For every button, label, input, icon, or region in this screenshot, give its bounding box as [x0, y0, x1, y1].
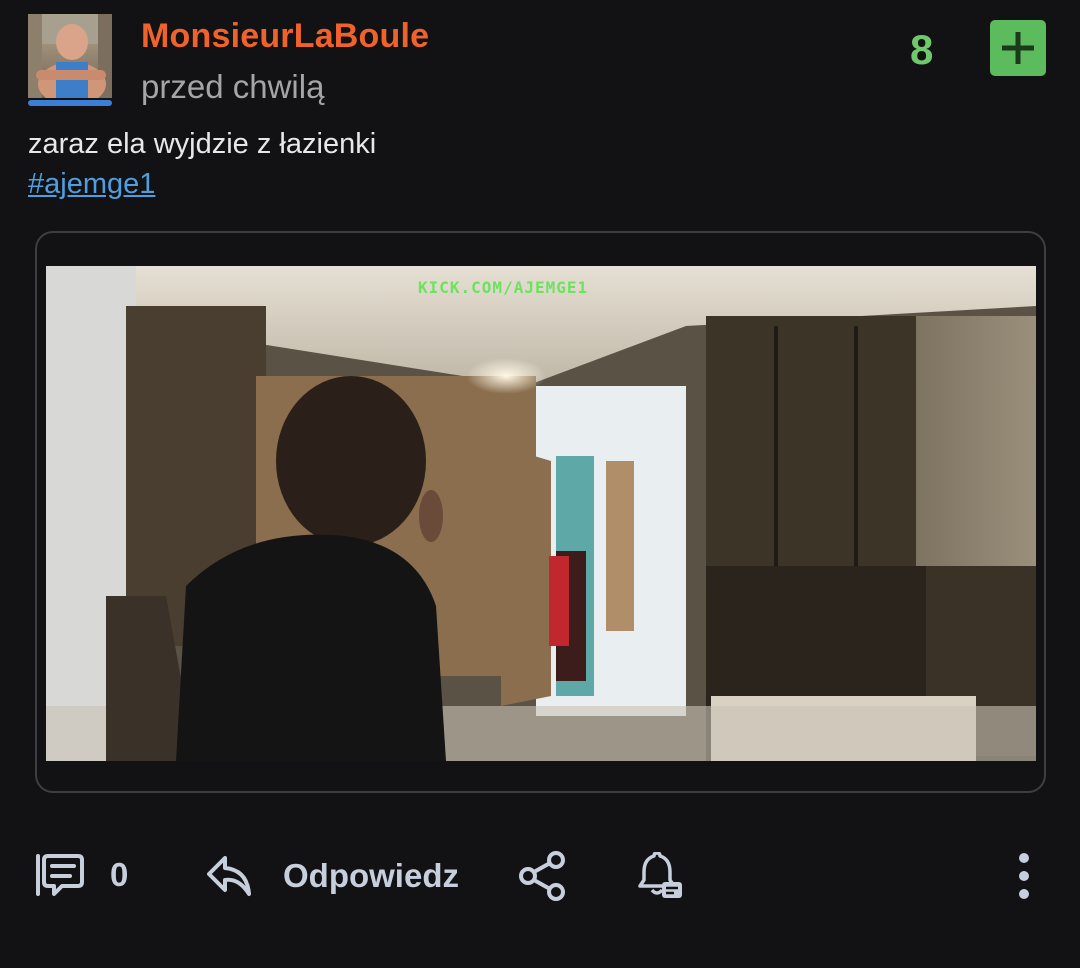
- video-frame: [46, 266, 1036, 761]
- hashtag-link[interactable]: #ajemge1: [28, 168, 155, 201]
- comments-count: 0: [110, 856, 129, 893]
- reply-icon: [207, 856, 251, 896]
- media-card[interactable]: KICK.COM/AJEMGE1: [35, 231, 1046, 793]
- upvote-button[interactable]: [990, 20, 1046, 76]
- avatar-indicator: [28, 100, 112, 106]
- comments-button[interactable]: 0: [30, 852, 128, 898]
- avatar-image: [28, 14, 112, 98]
- more-options-button[interactable]: [1012, 852, 1036, 900]
- reply-label: Odpowiedz: [283, 857, 459, 894]
- reply-button[interactable]: Odpowiedz: [205, 854, 459, 898]
- notification-icon: [638, 852, 682, 898]
- author-name[interactable]: MonsieurLaBoule: [141, 17, 429, 56]
- vote-count: 8: [910, 26, 934, 73]
- notifications-button[interactable]: [634, 852, 684, 902]
- more-icon: [1019, 853, 1029, 899]
- author-avatar[interactable]: [28, 14, 112, 106]
- video-thumbnail[interactable]: KICK.COM/AJEMGE1: [46, 266, 1036, 761]
- post-timestamp: przed chwilą: [141, 68, 325, 105]
- share-button[interactable]: [518, 850, 568, 902]
- share-icon: [519, 851, 565, 901]
- post-actions: 0 Odpowiedz: [0, 840, 1080, 916]
- plus-icon: [1002, 32, 1034, 64]
- post-text: zaraz ela wyjdzie z łazienki: [28, 128, 377, 160]
- comments-icon: [36, 854, 84, 896]
- video-watermark: KICK.COM/AJEMGE1: [418, 278, 589, 297]
